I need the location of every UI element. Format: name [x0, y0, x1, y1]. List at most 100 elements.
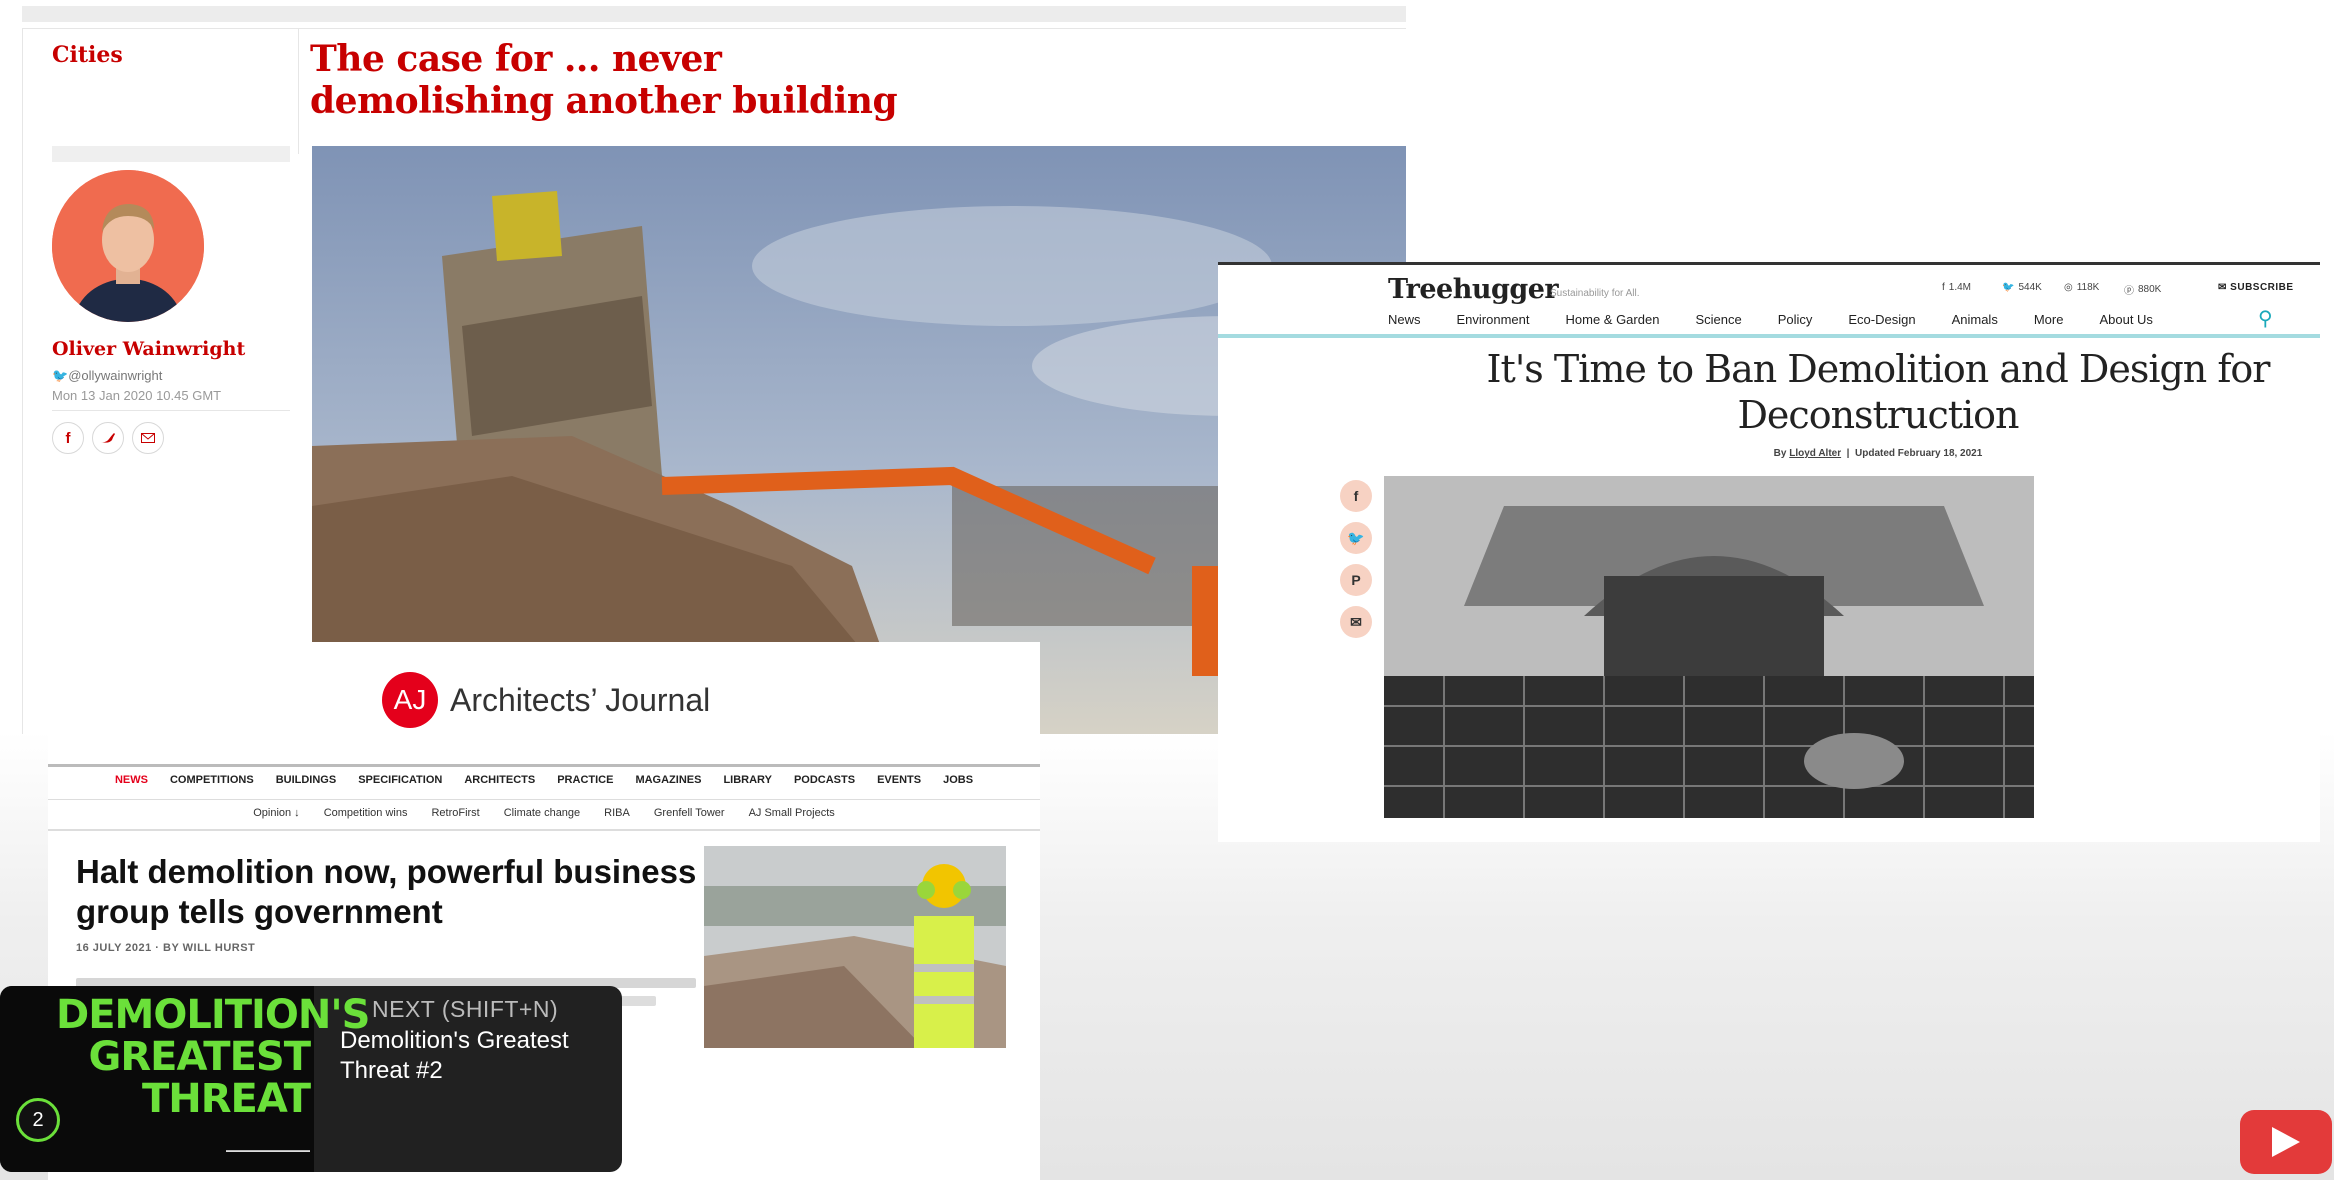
nav-underline: [1218, 334, 2320, 338]
count: 1.4M: [1948, 282, 1972, 293]
nav-architects[interactable]: ARCHITECTS: [464, 774, 535, 786]
worker-photo: [704, 846, 1006, 1048]
treehugger-nav: News Environment Home & Garden Science P…: [1388, 312, 2189, 327]
twitter-icon: 🐦: [52, 368, 69, 383]
nav-animals[interactable]: Animals: [1952, 312, 1998, 327]
twitter-icon: [101, 433, 115, 443]
aj-logo[interactable]: AJ: [382, 672, 438, 728]
thumbnail-title-line: GREATEST: [88, 1034, 311, 1080]
nav-events[interactable]: EVENTS: [877, 774, 921, 786]
nav-buildings[interactable]: BUILDINGS: [276, 774, 337, 786]
nav-library[interactable]: LIBRARY: [723, 774, 771, 786]
divider: [1218, 262, 2320, 265]
divider: [52, 410, 290, 411]
nav-about-us[interactable]: About Us: [2099, 312, 2152, 327]
subnav-climate-change[interactable]: Climate change: [504, 807, 580, 819]
nav-environment[interactable]: Environment: [1457, 312, 1530, 327]
divider: [48, 764, 1040, 767]
nav-more[interactable]: More: [2034, 312, 2064, 327]
author-avatar: [52, 170, 204, 322]
article-byline: By Lloyd Alter | Updated February 18, 20…: [1773, 448, 1983, 459]
twitter-share-button[interactable]: [92, 422, 124, 454]
email-icon: [141, 433, 155, 443]
thumbnail-title-line: DEMOLITION'S: [56, 992, 370, 1038]
divider: [48, 799, 1040, 800]
facebook-share-button[interactable]: f: [1340, 480, 1372, 512]
email-share-button[interactable]: [132, 422, 164, 454]
thumbnail-small-text: ▬▬▬▬▬▬▬▬▬▬▬▬▬▬: [226, 1148, 310, 1154]
thumbnail-title: DEMOLITION'S GREATEST THREAT: [56, 992, 370, 1122]
subnav-competition-wins[interactable]: Competition wins: [324, 807, 408, 819]
count: 880K: [2138, 284, 2162, 295]
nav-news[interactable]: News: [1388, 312, 1421, 327]
email-share-button[interactable]: ✉: [1340, 606, 1372, 638]
article-byline: 16 JULY 2021 · BY WILL HURST: [76, 942, 256, 954]
divider: [22, 28, 23, 734]
browser-top-bar: [22, 6, 1406, 22]
search-icon[interactable]: ⚲: [2258, 306, 2273, 331]
subnav-opinion[interactable]: Opinion ↓: [253, 807, 299, 819]
next-video-thumbnail[interactable]: DEMOLITION'S GREATEST THREAT ▬▬▬▬▬▬▬▬▬▬▬…: [0, 986, 370, 1172]
subscribe-label: SUBSCRIBE: [2230, 282, 2294, 293]
publish-date: Mon 13 Jan 2020 10.45 GMT: [52, 388, 222, 403]
by-label: By: [1773, 448, 1787, 459]
facebook-icon: f: [65, 429, 71, 447]
facebook-icon: f: [1942, 282, 1945, 293]
next-video-title[interactable]: Demolition's Greatest Threat #2: [340, 1026, 600, 1086]
divider: [298, 28, 299, 154]
pinterest-icon: P: [1351, 572, 1361, 588]
subnav-riba[interactable]: RIBA: [604, 807, 630, 819]
nav-practice[interactable]: PRACTICE: [557, 774, 613, 786]
treehugger-logo[interactable]: Treehugger: [1388, 274, 1559, 305]
handle-text: @ollywainwright: [68, 368, 163, 383]
up-next-card[interactable]: DEMOLITION'S GREATEST THREAT ▬▬▬▬▬▬▬▬▬▬▬…: [0, 986, 622, 1172]
guardian-article-panel: Cities The case for ... never demolishin…: [22, 6, 1406, 734]
play-icon: [2272, 1127, 2300, 1157]
facebook-share-button[interactable]: f: [52, 422, 84, 454]
nav-policy[interactable]: Policy: [1778, 312, 1813, 327]
nav-news[interactable]: NEWS: [115, 774, 148, 786]
author-link[interactable]: Lloyd Alter: [1789, 448, 1841, 459]
count: 544K: [2018, 282, 2042, 293]
pinterest-followers[interactable]: ⓟ 880K: [2124, 282, 2161, 297]
nav-magazines[interactable]: MAGAZINES: [635, 774, 701, 786]
facebook-followers[interactable]: f 1.4M: [1942, 282, 1971, 293]
building-photo: [1384, 476, 2034, 818]
updated-date: Updated February 18, 2021: [1855, 448, 1983, 459]
email-icon: ✉: [2218, 282, 2231, 293]
nav-home-garden[interactable]: Home & Garden: [1566, 312, 1660, 327]
subnav-retrofirst[interactable]: RetroFirst: [431, 807, 479, 819]
episode-number-badge: 2: [16, 1098, 60, 1142]
instagram-icon: ◎: [2064, 282, 2073, 293]
twitter-followers[interactable]: 🐦 544K: [2002, 282, 2042, 293]
article-headline[interactable]: Halt demolition now, powerful business g…: [76, 852, 736, 932]
divider: [48, 829, 1040, 831]
treehugger-article-panel: Treehugger Sustainability for All. f 1.4M…: [1218, 262, 2320, 842]
author-name[interactable]: Oliver Wainwright: [52, 338, 245, 360]
instagram-followers[interactable]: ◎ 118K: [2064, 282, 2099, 293]
youtube-button[interactable]: [2240, 1110, 2332, 1174]
grey-bar: [52, 146, 290, 162]
nav-competitions[interactable]: COMPETITIONS: [170, 774, 254, 786]
aj-sub-nav: Opinion ↓ Competition wins RetroFirst Cl…: [48, 807, 1040, 819]
aj-main-nav: NEWS COMPETITIONS BUILDINGS SPECIFICATIO…: [48, 774, 1040, 786]
section-link[interactable]: Cities: [52, 42, 123, 68]
aj-site-name[interactable]: Architects’ Journal: [450, 682, 710, 719]
subnav-aj-small-projects[interactable]: AJ Small Projects: [749, 807, 835, 819]
twitter-handle[interactable]: 🐦@ollywainwright: [52, 368, 162, 384]
pinterest-icon: ⓟ: [2124, 286, 2134, 297]
nav-specification[interactable]: SPECIFICATION: [358, 774, 442, 786]
nav-eco-design[interactable]: Eco-Design: [1848, 312, 1915, 327]
email-icon: ✉: [1350, 613, 1362, 630]
pinterest-share-button[interactable]: P: [1340, 564, 1372, 596]
subscribe-link[interactable]: ✉ SUBSCRIBE: [2218, 282, 2294, 293]
twitter-share-button[interactable]: 🐦: [1340, 522, 1372, 554]
nav-jobs[interactable]: JOBS: [943, 774, 973, 786]
nav-science[interactable]: Science: [1695, 312, 1741, 327]
next-label: NEXT (SHIFT+N): [372, 996, 559, 1022]
nav-podcasts[interactable]: PODCASTS: [794, 774, 855, 786]
twitter-icon: 🐦: [1347, 529, 1365, 546]
thumbnail-title-line: THREAT: [141, 1076, 311, 1122]
divider: [22, 28, 1406, 29]
subnav-grenfell-tower[interactable]: Grenfell Tower: [654, 807, 725, 819]
